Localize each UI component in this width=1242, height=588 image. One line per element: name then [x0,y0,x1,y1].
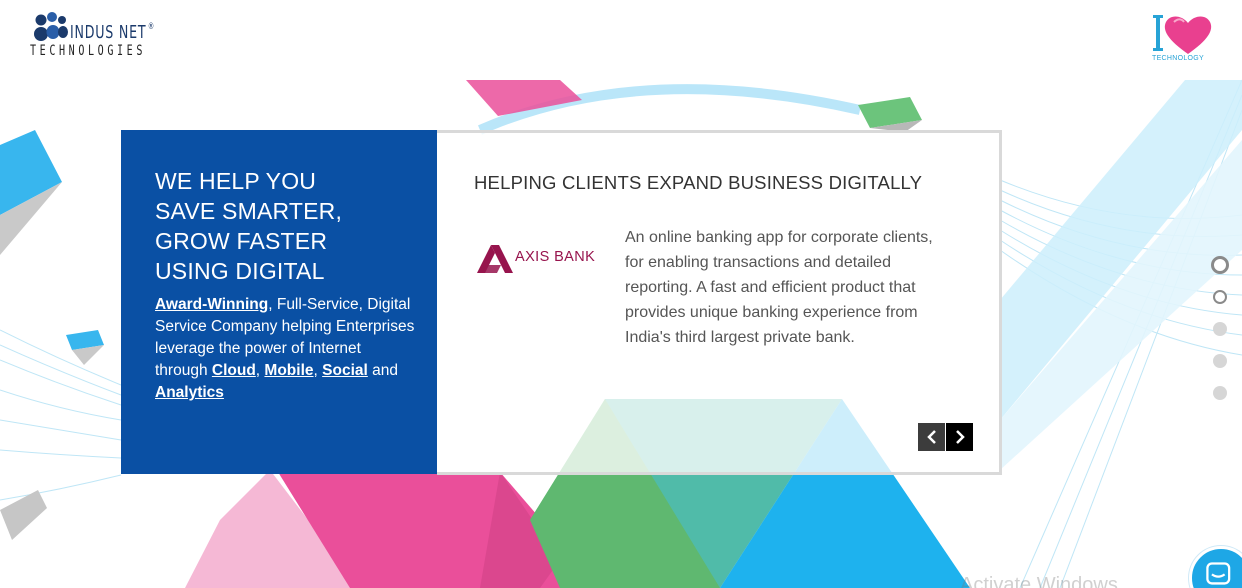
company-logo[interactable]: INDUS NET ® TECHNOLOGIES [30,12,165,64]
hero-text-segment: , [313,362,323,379]
axis-bank-logo-icon [477,245,513,273]
hero-text-segment: and [367,362,398,379]
logo-people-icon [34,12,68,41]
client-name: AXIS BANK [515,249,596,265]
client-slide: HELPING CLIENTS EXPAND BUSINESS DIGITALL… [437,130,1002,475]
brand-name-top: INDUS NET ® [70,22,156,43]
i-heart-icon [1153,15,1212,54]
slide-navigation [918,423,974,451]
slide-heading: HELPING CLIENTS EXPAND BUSINESS DIGITALL… [474,172,923,193]
hero-title-line: WE HELP YOU [155,168,317,194]
page-dot-2[interactable] [1213,290,1227,304]
i-love-technology-logo[interactable]: TECHNOLOGY [1148,12,1218,67]
hero-title-line: SAVE SMARTER, [155,198,343,224]
section-pagination [1210,256,1230,406]
analytics-link[interactable]: Analytics [155,384,224,401]
hero-title: WE HELP YOU SAVE SMARTER, GROW FASTER US… [155,166,437,286]
brand-name-bottom: TECHNOLOGIES [30,43,147,59]
hero-panel: WE HELP YOU SAVE SMARTER, GROW FASTER US… [121,130,437,474]
decor-grey-shard-bottom [0,490,47,540]
registered-mark: ® [147,22,156,32]
page-dot-5[interactable] [1213,386,1227,400]
award-winning-link[interactable]: Award-Winning [155,296,268,313]
activate-windows-watermark: Activate Windows [960,574,1118,588]
page-dot-3[interactable] [1213,322,1227,336]
decor-pink-shard [466,80,582,116]
chevron-left-icon [926,430,936,444]
cloud-link[interactable]: Cloud [212,362,256,379]
page-dot-1[interactable] [1211,256,1229,274]
next-slide-button[interactable] [946,423,973,451]
technology-label: TECHNOLOGY [1152,55,1205,62]
page-dot-4[interactable] [1213,354,1227,368]
chevron-right-icon [955,430,965,444]
hero-description: Award-Winning, Full-Service, Digital Ser… [155,294,415,404]
social-link[interactable]: Social [322,362,368,379]
client-description: An online banking app for corporate clie… [625,229,933,346]
previous-slide-button[interactable] [918,423,945,451]
hero-title-line: GROW FASTER [155,228,328,254]
mobile-link[interactable]: Mobile [264,362,313,379]
chat-icon [1206,562,1231,585]
client-logo: AXIS BANK [477,241,607,277]
hero-title-line: USING DIGITAL [155,258,325,284]
chat-widget-button[interactable] [1189,546,1242,588]
